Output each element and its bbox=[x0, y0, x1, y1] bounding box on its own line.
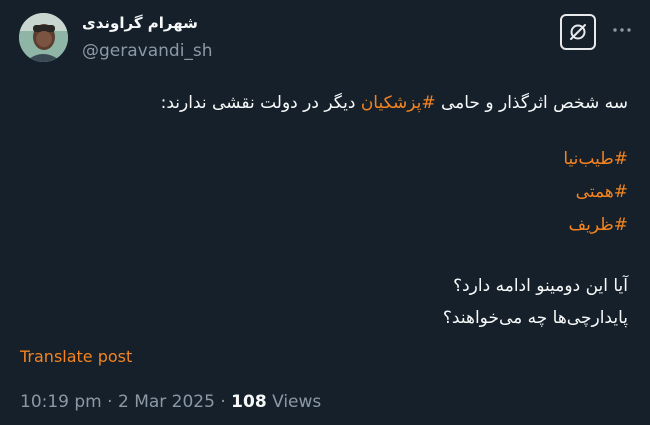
tweet-meta: 10:19 pm · 2 Mar 2025 · 108 Views bbox=[20, 392, 321, 412]
tweet-intro-line: سه شخص اثرگذار و حامی #پزشکیان دیگر در د… bbox=[28, 92, 628, 115]
post-date[interactable]: 2 Mar 2025 bbox=[118, 392, 215, 412]
avatar-image bbox=[19, 13, 68, 62]
hashtag-link[interactable]: #همتی bbox=[28, 181, 628, 204]
tweet: شهرام گراوندی @geravandi_sh سه شخص اثرگذ… bbox=[0, 0, 650, 425]
hashtag-link[interactable]: #طیب‌نیا bbox=[28, 148, 628, 171]
meta-separator: · bbox=[220, 392, 226, 412]
more-icon bbox=[613, 28, 631, 32]
post-time[interactable]: 10:19 pm bbox=[20, 392, 102, 412]
tweet-text: سه شخص اثرگذار و حامی #پزشکیان دیگر در د… bbox=[28, 92, 628, 330]
hashtag-link[interactable]: #ظریف bbox=[28, 214, 628, 237]
translate-post-link[interactable]: Translate post bbox=[20, 347, 132, 366]
hashtag-link[interactable]: #پزشکیان bbox=[361, 93, 436, 113]
intro-text-after: دیگر در دولت نقشی ندارند: bbox=[160, 93, 361, 113]
views-count: 108 bbox=[231, 392, 267, 412]
question-line: پایدارچی‌ها چه می‌خواهند؟ bbox=[442, 308, 628, 328]
avatar[interactable] bbox=[19, 13, 68, 62]
author-handle[interactable]: @geravandi_sh bbox=[82, 41, 213, 61]
grok-button[interactable] bbox=[560, 14, 596, 50]
more-options-button[interactable] bbox=[610, 18, 634, 42]
author-name[interactable]: شهرام گراوندی bbox=[82, 14, 198, 32]
meta-separator: · bbox=[107, 392, 113, 412]
intro-text-before: سه شخص اثرگذار و حامی bbox=[435, 93, 628, 113]
views-label: Views bbox=[272, 392, 322, 412]
grok-icon bbox=[570, 24, 586, 40]
question-line: آیا این دومینو ادامه دارد؟ bbox=[453, 276, 628, 296]
